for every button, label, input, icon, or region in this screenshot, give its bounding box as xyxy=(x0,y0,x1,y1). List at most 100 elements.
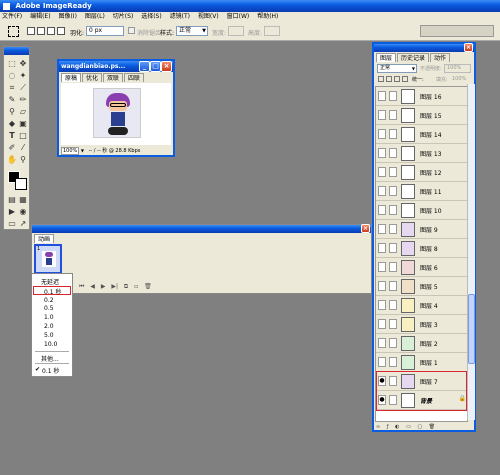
menu-delay-2-0[interactable]: 2.0 xyxy=(44,323,54,330)
tab-animation[interactable]: 动画 xyxy=(34,234,55,243)
link-layers-icon[interactable]: ∞ xyxy=(376,424,380,430)
lasso-tool-icon[interactable]: ◌ xyxy=(7,71,17,81)
notes-tool-icon[interactable]: ✐ xyxy=(7,143,17,153)
gradient-tool-icon[interactable]: ▣ xyxy=(18,119,28,129)
tab-2up[interactable]: 双联 xyxy=(103,73,124,82)
chevron-down-icon[interactable]: ▼ xyxy=(81,148,84,153)
browser-preview-icon[interactable]: ◉ xyxy=(18,207,28,217)
prev-frame-icon[interactable]: ◀ xyxy=(90,283,95,290)
fill-value[interactable]: 100% xyxy=(452,76,466,82)
menu-select[interactable]: 选择(S) xyxy=(141,13,162,20)
menu-image[interactable]: 图像(I) xyxy=(58,13,76,20)
visibility-toggle[interactable] xyxy=(378,224,386,234)
slice-tool-icon[interactable]: ⟋ xyxy=(18,83,28,93)
menu-delay-1-0[interactable]: 1.0 xyxy=(44,314,54,321)
visibility-toggle[interactable] xyxy=(378,357,386,367)
layer-row[interactable]: 图层 16 xyxy=(376,87,467,106)
tab-actions[interactable]: 动作 xyxy=(430,53,451,62)
layers-scrollbar[interactable] xyxy=(467,84,475,420)
pencil-tool-icon[interactable]: ✏ xyxy=(18,95,28,105)
layer-row[interactable]: 图层 13 xyxy=(376,144,467,163)
visibility-toggle[interactable] xyxy=(378,243,386,253)
menu-delay-5-0[interactable]: 5.0 xyxy=(44,332,54,339)
blend-mode-select[interactable]: 正常 ▼ xyxy=(377,64,417,73)
menu-current-delay[interactable]: 0.1 秒 xyxy=(42,366,59,375)
selection-mode-intersect-icon[interactable] xyxy=(57,27,65,35)
frame-1[interactable]: 1 xyxy=(34,244,62,274)
layer-row[interactable]: 图层 4 xyxy=(376,296,467,315)
visibility-toggle[interactable] xyxy=(378,186,386,196)
tween-icon[interactable]: ⧉ xyxy=(124,283,128,290)
zoom-tool-icon[interactable]: ⚲ xyxy=(18,155,28,165)
selection-mode-subtract-icon[interactable] xyxy=(47,27,55,35)
marquee-tool-icon[interactable]: ⬚ xyxy=(7,59,17,69)
new-frame-icon[interactable]: ▫ xyxy=(134,283,138,290)
visibility-toggle[interactable] xyxy=(378,110,386,120)
link-toggle[interactable] xyxy=(389,91,397,101)
marquee-tool-icon[interactable] xyxy=(8,26,19,37)
selection-mode-new-icon[interactable] xyxy=(27,27,35,35)
height-input[interactable] xyxy=(264,26,280,36)
delete-layer-icon[interactable]: 🗑 xyxy=(429,424,435,430)
menu-layer[interactable]: 图层(L) xyxy=(85,13,105,20)
feather-input[interactable]: 0 px xyxy=(86,26,124,36)
link-toggle[interactable] xyxy=(389,186,397,196)
move-tool-icon[interactable]: ✥ xyxy=(18,59,28,69)
lock-position-icon[interactable] xyxy=(394,76,400,82)
close-icon[interactable]: × xyxy=(464,43,473,52)
scroll-thumb[interactable] xyxy=(468,294,475,364)
layer-row[interactable]: 图层 12 xyxy=(376,163,467,182)
visibility-toggle[interactable] xyxy=(378,319,386,329)
delete-frame-icon[interactable]: 🗑 xyxy=(144,283,152,290)
link-toggle[interactable] xyxy=(389,129,397,139)
lock-all-icon[interactable] xyxy=(402,76,408,82)
layer-row[interactable]: 图层 11 xyxy=(376,182,467,201)
menu-edit[interactable]: 编辑(E) xyxy=(30,13,50,20)
next-frame-icon[interactable]: ▶| xyxy=(111,283,118,290)
layer-row[interactable]: 图层 10 xyxy=(376,201,467,220)
layer-row[interactable]: 图层 9 xyxy=(376,220,467,239)
menu-file[interactable]: 文件(F) xyxy=(2,13,22,20)
link-toggle[interactable] xyxy=(389,148,397,158)
tab-layers[interactable]: 图层 xyxy=(376,53,397,62)
menu-delay-10-0[interactable]: 10.0 xyxy=(44,341,57,348)
layer-style-icon[interactable]: ƒ xyxy=(387,424,389,430)
link-toggle[interactable] xyxy=(389,281,397,291)
stamp-tool-icon[interactable]: ⚲ xyxy=(7,107,17,117)
width-input[interactable] xyxy=(228,26,244,36)
first-frame-icon[interactable]: ⏮ xyxy=(79,283,84,290)
toggle-slices-icon[interactable]: ▤ xyxy=(7,195,17,205)
menu-delay-0-5[interactable]: 0.5 xyxy=(44,305,54,312)
screen-mode-icon[interactable]: ▭ xyxy=(7,219,17,229)
layer-row[interactable]: 图层 1 xyxy=(376,353,467,372)
visibility-toggle[interactable] xyxy=(378,338,386,348)
link-toggle[interactable] xyxy=(389,357,397,367)
visibility-toggle[interactable] xyxy=(378,281,386,291)
menu-delay-0-1[interactable]: 0.1 秒 xyxy=(44,287,61,296)
link-toggle[interactable] xyxy=(389,205,397,215)
visibility-toggle[interactable] xyxy=(378,91,386,101)
magic-wand-icon[interactable]: ✦ xyxy=(18,71,28,81)
visibility-toggle[interactable] xyxy=(378,205,386,215)
tab-original[interactable]: 原稿 xyxy=(61,73,82,82)
link-toggle[interactable] xyxy=(389,319,397,329)
visibility-toggle[interactable] xyxy=(378,262,386,272)
menu-view[interactable]: 视图(V) xyxy=(198,13,219,20)
crop-tool-icon[interactable]: ⌗ xyxy=(7,83,17,93)
menu-help[interactable]: 帮助(H) xyxy=(257,13,278,20)
minimize-icon[interactable]: _ xyxy=(139,61,150,72)
palette-well[interactable] xyxy=(420,25,494,37)
layer-row[interactable]: 图层 14 xyxy=(376,125,467,144)
link-toggle[interactable] xyxy=(389,167,397,177)
antialias-checkbox[interactable] xyxy=(128,27,135,34)
lock-image-icon[interactable] xyxy=(386,76,392,82)
menu-no-delay[interactable]: 无延迟 xyxy=(41,277,59,286)
layer-mask-icon[interactable]: ◐ xyxy=(395,424,399,430)
opacity-input[interactable]: 100% xyxy=(444,64,471,73)
zoom-level[interactable]: 100% xyxy=(61,147,80,155)
selection-mode-add-icon[interactable] xyxy=(37,27,45,35)
visibility-toggle[interactable] xyxy=(378,167,386,177)
maximize-icon[interactable]: □ xyxy=(150,61,161,72)
menu-filter[interactable]: 滤镜(T) xyxy=(170,13,190,20)
close-icon[interactable]: × xyxy=(161,61,172,72)
